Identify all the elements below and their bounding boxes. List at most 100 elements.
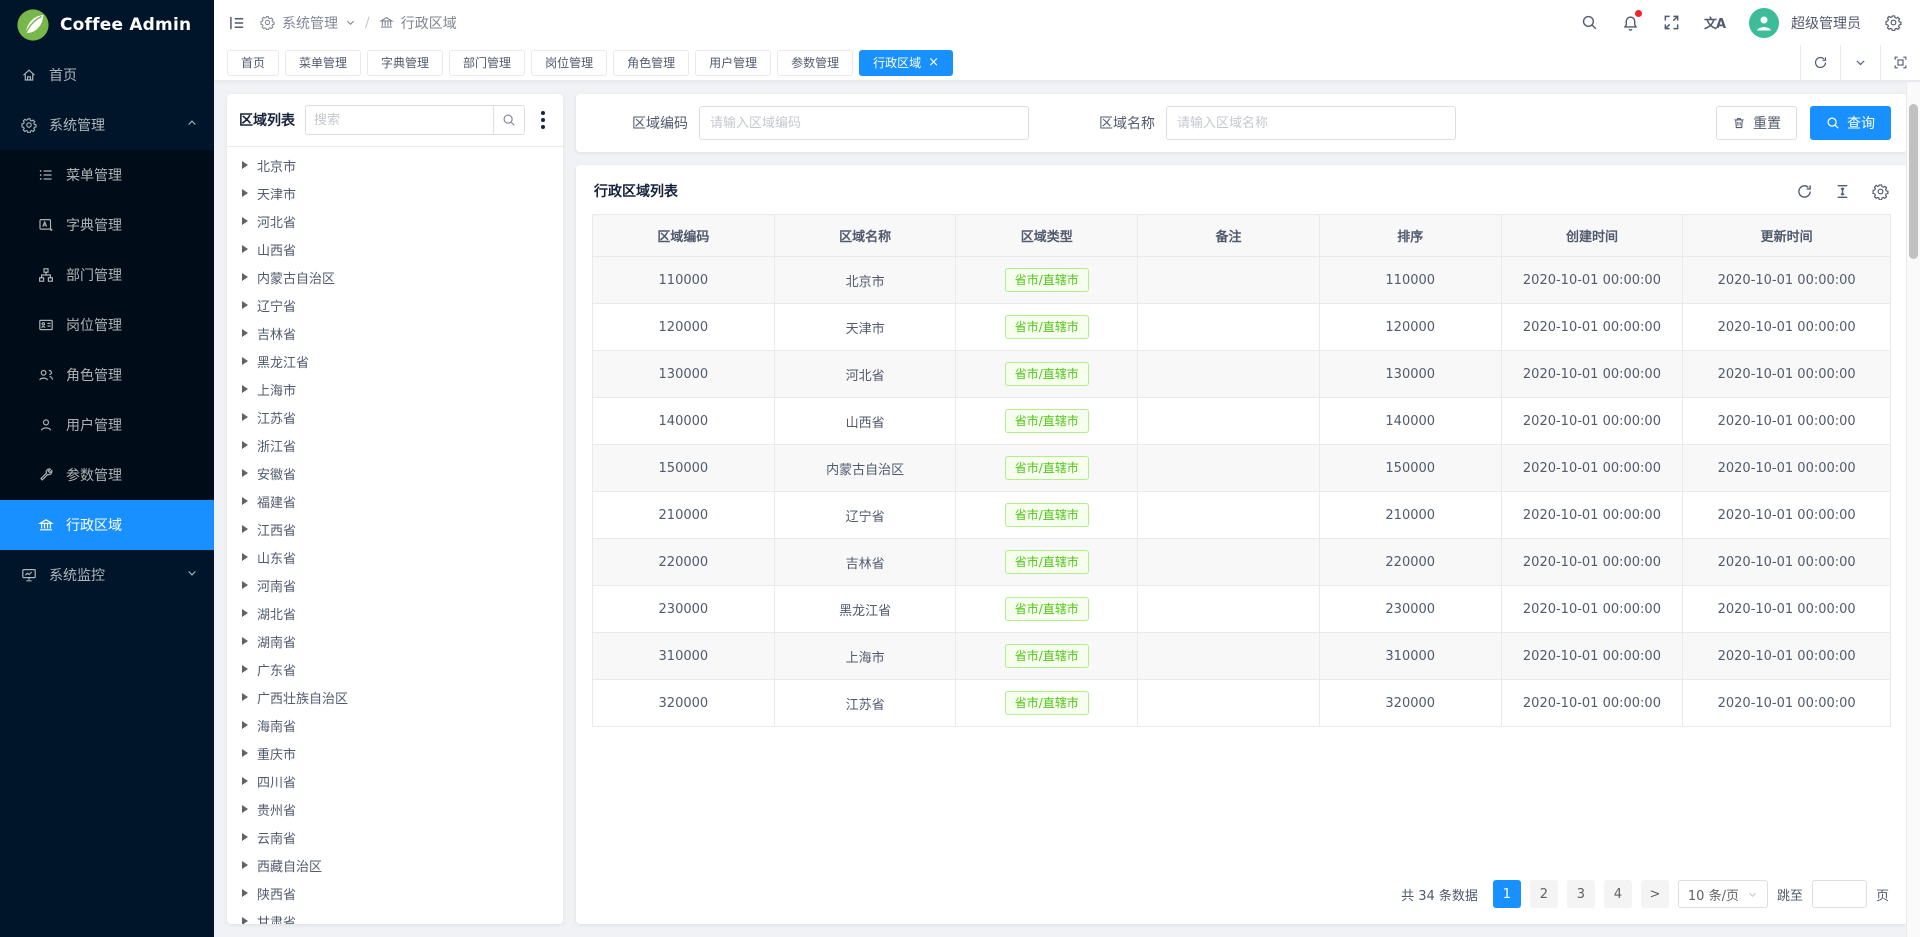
notification-bell[interactable] (1622, 13, 1639, 32)
sidebar-group-system[interactable]: 系统管理 (0, 100, 214, 150)
translate-icon[interactable]: 文A (1704, 13, 1725, 32)
caret-right-icon[interactable] (242, 245, 248, 253)
caret-right-icon[interactable] (242, 161, 248, 169)
sidebar-item-menu-mgmt[interactable]: 菜单管理 (0, 150, 214, 200)
caret-right-icon[interactable] (242, 917, 248, 924)
tree-search-button[interactable] (493, 105, 525, 135)
row-density-icon[interactable] (1834, 183, 1851, 200)
tree-node[interactable]: 上海市 (227, 375, 563, 403)
settings-gear-icon[interactable] (1885, 14, 1902, 31)
caret-right-icon[interactable] (242, 693, 248, 701)
caret-right-icon[interactable] (242, 329, 248, 337)
content-fullscreen-button[interactable] (1880, 45, 1920, 80)
caret-right-icon[interactable] (242, 553, 248, 561)
caret-right-icon[interactable] (242, 581, 248, 589)
sidebar-item-user-mgmt[interactable]: 用户管理 (0, 400, 214, 450)
region-name-input[interactable] (1166, 106, 1456, 140)
region-code-input[interactable] (699, 106, 1029, 140)
tree-node[interactable]: 山东省 (227, 543, 563, 571)
sidebar-item-region[interactable]: 行政区域 (0, 500, 214, 550)
tab[interactable]: 首页 × (227, 50, 279, 76)
tab[interactable]: 角色管理 × (613, 50, 689, 76)
caret-right-icon[interactable] (242, 861, 248, 869)
caret-right-icon[interactable] (242, 189, 248, 197)
caret-right-icon[interactable] (242, 777, 248, 785)
tree-node[interactable]: 河南省 (227, 571, 563, 599)
page-button[interactable]: 4 (1604, 880, 1632, 908)
caret-right-icon[interactable] (242, 637, 248, 645)
tree-node[interactable]: 江西省 (227, 515, 563, 543)
breadcrumb-group[interactable]: 系统管理 (282, 13, 338, 33)
tree-node[interactable]: 内蒙古自治区 (227, 263, 563, 291)
scrollbar-thumb[interactable] (1909, 104, 1918, 259)
tabs-refresh-button[interactable] (1800, 45, 1840, 80)
sidebar-item-dept-mgmt[interactable]: 部门管理 (0, 250, 214, 300)
tree-node[interactable]: 吉林省 (227, 319, 563, 347)
caret-right-icon[interactable] (242, 525, 248, 533)
caret-right-icon[interactable] (242, 721, 248, 729)
tree-node[interactable]: 湖北省 (227, 599, 563, 627)
tree-search-input[interactable] (305, 105, 493, 135)
caret-right-icon[interactable] (242, 217, 248, 225)
sidebar-group-monitor[interactable]: 系统监控 (0, 550, 214, 600)
tab[interactable]: 菜单管理 × (285, 50, 361, 76)
column-settings-icon[interactable] (1872, 183, 1889, 200)
sidebar-item-post-mgmt[interactable]: 岗位管理 (0, 300, 214, 350)
page-button[interactable]: 3 (1567, 880, 1595, 908)
caret-right-icon[interactable] (242, 469, 248, 477)
caret-right-icon[interactable] (242, 357, 248, 365)
caret-right-icon[interactable] (242, 833, 248, 841)
collapse-sidebar-icon[interactable] (228, 14, 246, 32)
sidebar-item-dict-mgmt[interactable]: 字典管理 (0, 200, 214, 250)
avatar[interactable] (1749, 8, 1779, 38)
tree-node[interactable]: 陕西省 (227, 879, 563, 907)
caret-right-icon[interactable] (242, 273, 248, 281)
tree-node[interactable]: 黑龙江省 (227, 347, 563, 375)
search-icon[interactable] (1581, 14, 1598, 31)
caret-right-icon[interactable] (242, 805, 248, 813)
tree-node[interactable]: 贵州省 (227, 795, 563, 823)
fullscreen-icon[interactable] (1663, 14, 1680, 31)
tree-node[interactable]: 天津市 (227, 179, 563, 207)
tree-node[interactable]: 海南省 (227, 711, 563, 739)
page-button[interactable]: 1 (1493, 880, 1521, 908)
tab[interactable]: 参数管理 × (777, 50, 853, 76)
search-button[interactable]: 查询 (1810, 106, 1891, 140)
sidebar-item-role-mgmt[interactable]: 角色管理 (0, 350, 214, 400)
caret-right-icon[interactable] (242, 749, 248, 757)
tree-more-button[interactable] (535, 111, 551, 129)
tree-node[interactable]: 云南省 (227, 823, 563, 851)
tree-node[interactable]: 西藏自治区 (227, 851, 563, 879)
sidebar-item-param-mgmt[interactable]: 参数管理 (0, 450, 214, 500)
tree-node[interactable]: 四川省 (227, 767, 563, 795)
sidebar-item-home[interactable]: 首页 (0, 50, 214, 100)
tab[interactable]: 部门管理 × (449, 50, 525, 76)
tree-node[interactable]: 福建省 (227, 487, 563, 515)
tab[interactable]: 用户管理 × (695, 50, 771, 76)
window-scrollbar[interactable] (1906, 82, 1920, 937)
tab[interactable]: 行政区域 × (859, 50, 953, 76)
page-button[interactable]: 2 (1530, 880, 1558, 908)
tree-node[interactable]: 浙江省 (227, 431, 563, 459)
page-size-select[interactable]: 10 条/页 (1678, 880, 1768, 908)
reset-button[interactable]: 重置 (1716, 106, 1797, 140)
jump-page-input[interactable] (1812, 880, 1867, 908)
tree-node[interactable]: 重庆市 (227, 739, 563, 767)
tree-node[interactable]: 山西省 (227, 235, 563, 263)
caret-right-icon[interactable] (242, 609, 248, 617)
tree-node[interactable]: 北京市 (227, 151, 563, 179)
app-logo[interactable]: Coffee Admin (0, 0, 214, 50)
chevron-down-icon[interactable] (345, 17, 356, 28)
tree-node[interactable]: 甘肃省 (227, 907, 563, 924)
caret-right-icon[interactable] (242, 889, 248, 897)
tree-node[interactable]: 广西壮族自治区 (227, 683, 563, 711)
tree-node[interactable]: 安徽省 (227, 459, 563, 487)
next-page-button[interactable]: > (1641, 880, 1669, 908)
tree-node[interactable]: 广东省 (227, 655, 563, 683)
tabs-menu-button[interactable] (1840, 45, 1880, 80)
caret-right-icon[interactable] (242, 441, 248, 449)
refresh-icon[interactable] (1796, 183, 1813, 200)
tab-close-icon[interactable]: × (928, 56, 939, 69)
tab[interactable]: 岗位管理 × (531, 50, 607, 76)
tree-node[interactable]: 江苏省 (227, 403, 563, 431)
